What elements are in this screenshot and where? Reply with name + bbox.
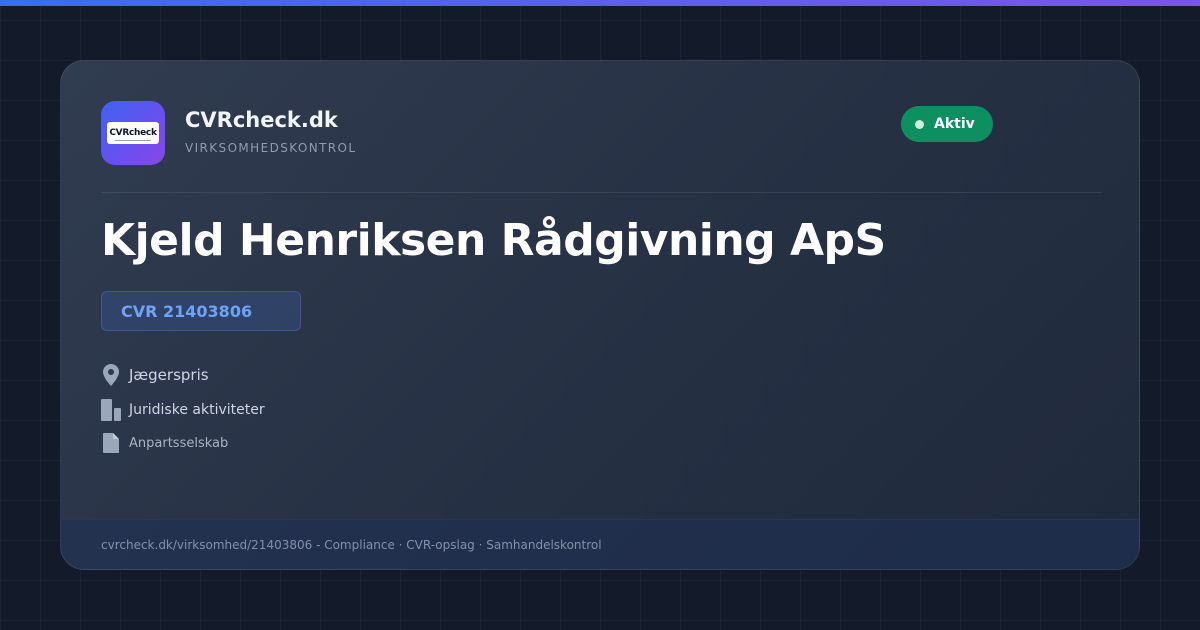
- status-dot-icon: [915, 119, 924, 129]
- building-icon: [101, 398, 121, 422]
- company-type-row: Anpartsselskab: [101, 431, 228, 455]
- footer-bar: cvrcheck.dk/virksomhed/21403806 - Compli…: [61, 519, 1139, 569]
- brand-logo: CVRcheck: [101, 101, 165, 165]
- status-badge: Aktiv: [901, 106, 993, 142]
- company-card: CVRcheck CVRcheck.dk VIRKSOMHEDSKONTROL …: [60, 60, 1140, 570]
- logo-wordmark: CVRcheck: [107, 122, 159, 144]
- cvr-number-badge: CVR 21403806: [101, 291, 301, 331]
- location-row: Jægerspris: [101, 363, 209, 387]
- brand-subtitle: VIRKSOMHEDSKONTROL: [185, 141, 357, 155]
- map-pin-icon: [101, 363, 121, 387]
- footer-text: cvrcheck.dk/virksomhed/21403806 - Compli…: [101, 537, 602, 552]
- document-icon: [101, 431, 121, 455]
- location-text: Jægerspris: [129, 366, 209, 384]
- industry-row: Juridiske aktiviteter: [101, 398, 265, 422]
- company-name: Kjeld Henriksen Rådgivning ApS: [101, 215, 886, 266]
- brand-name: CVRcheck.dk: [185, 108, 338, 132]
- company-type-text: Anpartsselskab: [129, 435, 229, 451]
- industry-text: Juridiske aktiviteter: [129, 402, 265, 418]
- header-divider: [101, 192, 1101, 193]
- status-label: Aktiv: [934, 116, 975, 132]
- top-accent-bar: [0, 0, 1200, 6]
